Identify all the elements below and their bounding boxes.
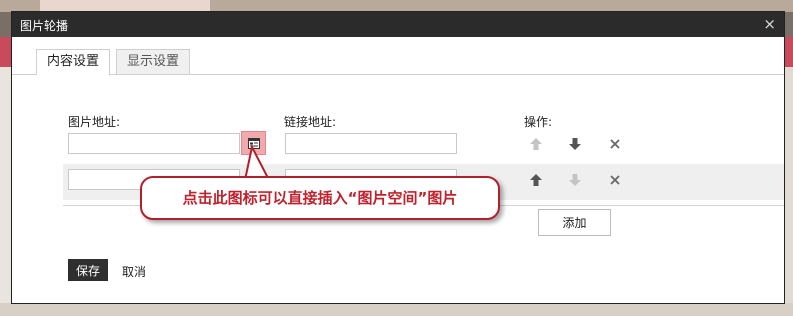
tooltip-callout: 点击此图标可以直接插入“图片空间”图片 — [140, 176, 500, 220]
arrow-up-icon — [530, 138, 542, 150]
arrow-down-icon — [569, 174, 581, 186]
background-side-right — [784, 67, 793, 316]
background-banner-fragment — [40, 0, 210, 12]
dialog-titlebar: 图片轮播 × — [12, 12, 784, 37]
tab-content-settings[interactable]: 内容设置 — [36, 49, 111, 75]
slideshow-dialog: 图片轮播 × 内容设置 显示设置 图片地址: 链接地址: 操作: 添加 保存 取… — [12, 12, 784, 303]
arrow-up-icon — [530, 174, 542, 186]
move-down-button-1[interactable] — [568, 137, 582, 151]
callout-pointer-joint — [246, 178, 276, 184]
image-address-label: 图片地址: — [68, 115, 121, 129]
delete-button-1[interactable] — [608, 137, 622, 151]
delete-button-2[interactable] — [608, 173, 622, 187]
link-address-label: 链接地址: — [284, 115, 337, 129]
background-pink-band-left — [0, 37, 12, 67]
link-url-input-1[interactable] — [285, 133, 457, 154]
background-strip-bottom — [0, 303, 793, 316]
save-button[interactable]: 保存 — [68, 259, 108, 281]
add-button[interactable]: 添加 — [538, 209, 611, 236]
image-url-input-1[interactable] — [68, 133, 240, 154]
move-down-button-2[interactable] — [568, 173, 582, 187]
operations-label: 操作: — [524, 115, 553, 129]
delete-x-icon — [610, 139, 620, 149]
background-side-left — [0, 67, 12, 316]
close-icon[interactable]: × — [763, 15, 776, 33]
move-up-button-1[interactable] — [529, 137, 543, 151]
tab-display-settings[interactable]: 显示设置 — [116, 49, 191, 74]
cancel-link[interactable]: 取消 — [122, 263, 146, 280]
dialog-title: 图片轮播 — [20, 19, 69, 33]
background-pink-band-right — [784, 37, 793, 67]
arrow-down-icon — [569, 138, 581, 150]
delete-x-icon — [610, 175, 620, 185]
move-up-button-2[interactable] — [529, 173, 543, 187]
tab-bar: 内容设置 显示设置 — [12, 47, 784, 75]
